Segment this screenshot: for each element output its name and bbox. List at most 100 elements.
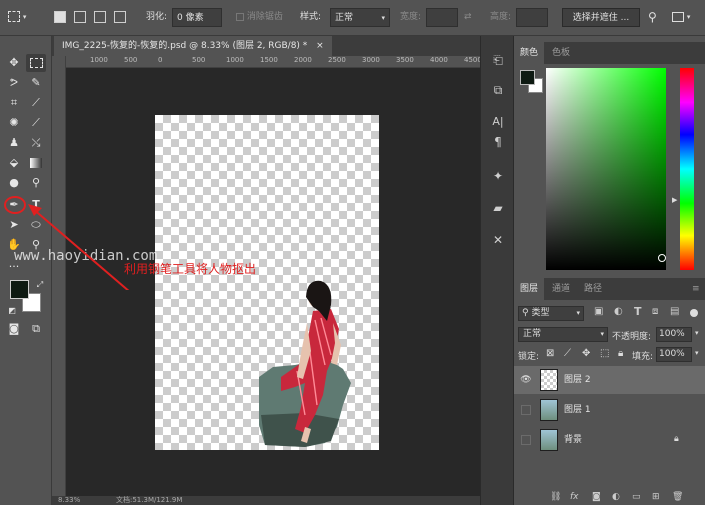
workspace-switcher[interactable]: ▾: [672, 8, 690, 27]
feather-input[interactable]: 0 像素: [172, 8, 222, 27]
eraser-tool-icon[interactable]: ⬙: [4, 154, 24, 172]
adjustment-layer-icon[interactable]: ◐: [612, 492, 620, 502]
tool-presets-icon[interactable]: ✕: [488, 230, 508, 250]
visibility-toggle[interactable]: [521, 405, 531, 415]
lock-image-icon[interactable]: ⟋: [564, 348, 571, 359]
history-brush-tool-icon[interactable]: ⤯: [26, 134, 46, 152]
panel-fg-color-swatch[interactable]: [520, 70, 535, 85]
blur-tool-icon[interactable]: ●: [4, 174, 24, 192]
close-icon[interactable]: ×: [316, 41, 324, 51]
foreground-color-swatch[interactable]: [10, 280, 29, 299]
lasso-tool-icon[interactable]: ᕗ: [4, 74, 24, 92]
chevron-down-icon[interactable]: ▾: [695, 329, 699, 337]
filter-adjustment-icon[interactable]: ◐: [614, 306, 623, 317]
hue-slider[interactable]: [680, 68, 694, 270]
add-selection-icon[interactable]: [74, 11, 86, 23]
hue-slider-handle-icon[interactable]: ▶: [672, 196, 677, 204]
lock-icon: 🔒︎: [674, 434, 679, 444]
properties-panel-icon[interactable]: ⧉: [488, 80, 508, 100]
document-canvas[interactable]: [155, 115, 379, 450]
lock-artboard-icon[interactable]: ⬚: [600, 348, 609, 359]
filter-pixel-icon[interactable]: ▣: [594, 306, 603, 317]
eyedropper-tool-icon[interactable]: ⟋: [26, 94, 46, 112]
libraries-panel-icon[interactable]: ▰: [488, 198, 508, 218]
antialias-checkbox[interactable]: 消除锯齿: [236, 8, 283, 27]
lock-position-icon[interactable]: ✥: [582, 348, 590, 359]
layer-filter-select[interactable]: ⚲ 类型 ▾: [518, 306, 584, 321]
ruler-label: 3500: [396, 56, 414, 64]
marquee-tool-icon[interactable]: [26, 54, 46, 72]
style-select[interactable]: 正常 ▾: [330, 8, 390, 27]
ruler-label: 500: [124, 56, 138, 64]
crop-tool-icon[interactable]: ⌗: [4, 94, 24, 112]
document-tab-title: IMG_2225-恢复的-恢复的.psd @ 8.33% (图层 2, RGB/…: [62, 41, 308, 51]
subtract-selection-icon[interactable]: [94, 11, 106, 23]
status-bar: 8.33% 文档:51.3M/121.9M: [52, 496, 480, 505]
add-mask-icon[interactable]: ◙: [592, 492, 601, 502]
swap-dimensions-icon[interactable]: ⇄: [464, 8, 472, 27]
quick-mask-icon[interactable]: ◙: [4, 320, 24, 338]
default-colors-icon[interactable]: ◩: [2, 302, 22, 320]
layer-row-background[interactable]: 背景 🔒︎: [514, 426, 705, 454]
color-picker-field[interactable]: [546, 68, 666, 270]
status-doc-size: 文档:51.3M/121.9M: [116, 496, 183, 504]
chevron-down-icon: ▾: [600, 330, 604, 338]
document-tab[interactable]: IMG_2225-恢复的-恢复的.psd @ 8.33% (图层 2, RGB/…: [54, 36, 332, 56]
layer-thumbnail: [540, 429, 558, 451]
ruler-label: 1500: [260, 56, 278, 64]
layer-row-1[interactable]: 图层 1: [514, 396, 705, 424]
new-layer-icon[interactable]: ⊞: [652, 492, 660, 502]
tab-swatches[interactable]: 色板: [546, 42, 576, 64]
filter-smart-object-icon[interactable]: ▤: [670, 306, 679, 317]
chevron-down-icon[interactable]: ▾: [695, 349, 699, 357]
marquee-preset-picker[interactable]: ▾: [8, 8, 26, 27]
panel-menu-icon[interactable]: ≡: [686, 278, 705, 300]
width-input[interactable]: [426, 8, 458, 27]
history-panel-icon[interactable]: ⎗: [488, 50, 508, 70]
height-input[interactable]: [516, 8, 548, 27]
delete-layer-icon[interactable]: 🗑︎: [672, 492, 683, 502]
select-and-mask-button[interactable]: 选择并遮住 ...: [562, 8, 640, 27]
healing-brush-tool-icon[interactable]: ✺: [4, 114, 24, 132]
opacity-input[interactable]: 100%: [656, 327, 692, 342]
search-icon[interactable]: ⚲: [648, 8, 657, 27]
visibility-toggle[interactable]: [521, 435, 531, 445]
character-panel-icon[interactable]: A|: [488, 112, 508, 132]
blend-mode-select[interactable]: 正常 ▾: [518, 327, 608, 342]
brush-settings-icon[interactable]: ✦: [488, 166, 508, 186]
gradient-tool-icon[interactable]: [26, 154, 46, 172]
clone-stamp-tool-icon[interactable]: ♟: [4, 134, 24, 152]
visibility-eye-icon[interactable]: 👁︎: [520, 366, 532, 394]
options-bar: ▾ 羽化: 0 像素 消除锯齿 样式: 正常 ▾ 宽度: ⇄ 高度: 选择并遮住…: [0, 0, 705, 36]
screen-mode-icon[interactable]: ⧉: [26, 320, 46, 338]
link-layers-icon[interactable]: ⛓: [550, 492, 561, 502]
annotation-arrow: [28, 204, 130, 290]
paragraph-panel-icon[interactable]: ¶: [488, 132, 508, 152]
move-tool-icon[interactable]: ✥: [4, 54, 24, 72]
tab-channels[interactable]: 通道: [546, 278, 576, 300]
fill-value: 100%: [659, 349, 685, 359]
layer-name: 图层 2: [564, 375, 591, 385]
filter-shape-icon[interactable]: ⧈: [652, 306, 658, 317]
filter-toggle-icon[interactable]: [690, 309, 698, 317]
intersect-selection-icon[interactable]: [114, 11, 126, 23]
quick-select-tool-icon[interactable]: ✎: [26, 74, 46, 92]
lock-transparent-icon[interactable]: ⊠: [546, 348, 554, 359]
tab-color[interactable]: 颜色: [514, 42, 545, 64]
tab-paths[interactable]: 路径: [578, 278, 608, 300]
layer-name: 背景: [564, 435, 583, 445]
fill-label: 填充:: [632, 352, 654, 362]
layer-effects-icon[interactable]: fx: [570, 492, 579, 502]
lock-all-icon[interactable]: 🔒︎: [618, 348, 623, 359]
dodge-tool-icon[interactable]: ⚲: [26, 174, 46, 192]
brush-tool-icon[interactable]: ⟋: [26, 114, 46, 132]
layer-row-2[interactable]: 👁︎ 图层 2: [514, 366, 705, 394]
layer-name: 图层 1: [564, 405, 591, 415]
extracted-person-layer: [259, 280, 351, 447]
group-icon[interactable]: ▭: [632, 492, 641, 502]
filter-kind-value: 类型: [531, 308, 550, 318]
filter-type-icon[interactable]: T: [634, 305, 642, 318]
new-selection-icon[interactable]: [54, 11, 66, 23]
tab-layers[interactable]: 图层: [514, 278, 545, 300]
fill-input[interactable]: 100%: [656, 347, 692, 362]
